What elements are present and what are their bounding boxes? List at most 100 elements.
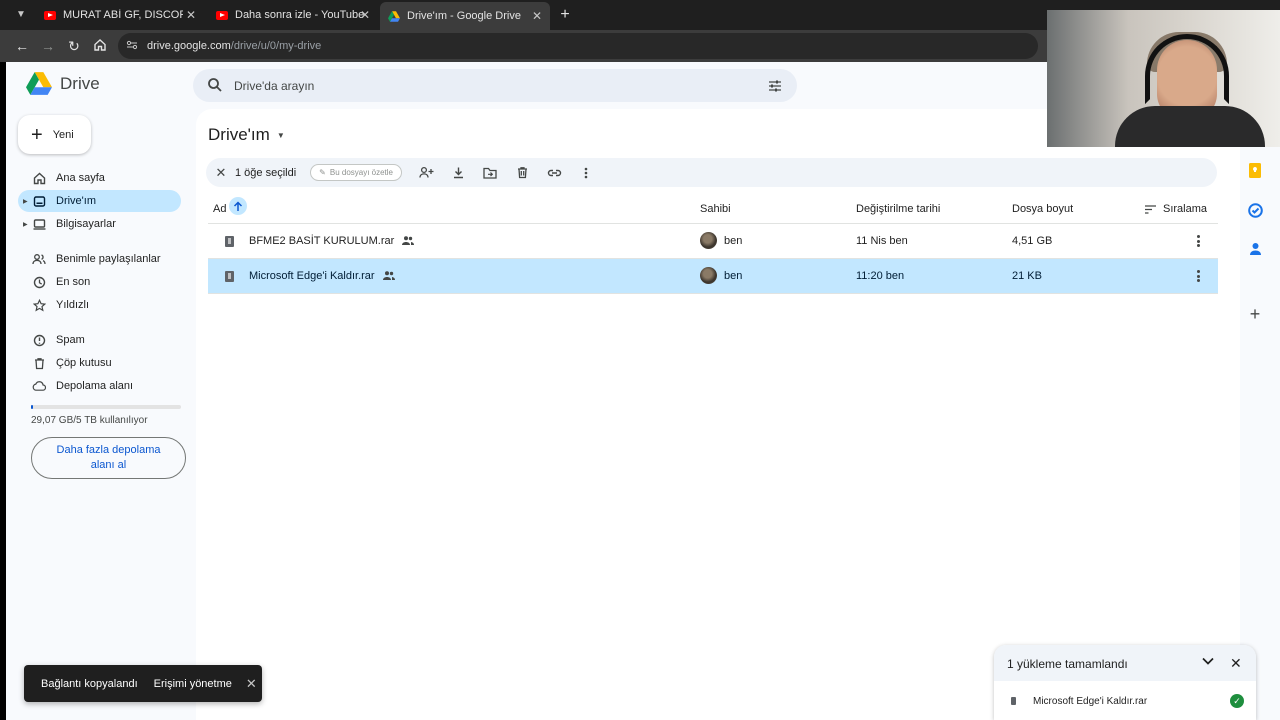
home-icon[interactable] xyxy=(91,37,109,55)
tab-search-chevron-icon[interactable]: ▼ xyxy=(12,6,30,24)
upload-status-title: 1 yükleme tamamlandı xyxy=(1007,657,1128,671)
sidebar-item-recent[interactable]: En son xyxy=(18,271,181,293)
computer-icon xyxy=(32,217,46,231)
sidebar-item-shared[interactable]: Benimle paylaşılanlar xyxy=(18,248,181,270)
share-icon[interactable] xyxy=(418,165,434,181)
new-tab-button[interactable]: + xyxy=(556,6,574,24)
sidebar-item-spam[interactable]: Spam xyxy=(18,329,181,351)
keep-icon[interactable] xyxy=(1247,162,1263,178)
drive-logo[interactable]: Drive xyxy=(26,72,100,95)
more-actions-icon[interactable] xyxy=(578,165,594,181)
star-icon xyxy=(32,298,46,312)
sidebar-item-storage[interactable]: Depolama alanı xyxy=(18,375,181,397)
check-circle-icon: ✓ xyxy=(1230,694,1244,708)
shared-icon xyxy=(382,271,395,280)
forward-icon[interactable]: → xyxy=(39,37,57,55)
browser-tab-3[interactable]: Drive'ım - Google Drive ✕ xyxy=(380,2,550,30)
archive-file-icon xyxy=(225,271,234,282)
sort-ascending-icon[interactable] xyxy=(229,197,247,215)
cloud-icon xyxy=(32,379,46,393)
collapse-icon[interactable] xyxy=(1202,657,1214,665)
sidebar-item-trash[interactable]: Çöp kutusu xyxy=(18,352,181,374)
move-icon[interactable] xyxy=(482,165,498,181)
new-button[interactable]: + Yeni xyxy=(18,115,91,154)
sidebar-item-home[interactable]: Ana sayfa xyxy=(18,167,181,189)
file-size: 21 KB xyxy=(1012,270,1042,282)
drive-icon xyxy=(388,10,400,22)
file-row[interactable]: BFME2 BASİT KURULUM.rar ben 11 Nis ben 4… xyxy=(208,224,1218,259)
copy-link-icon[interactable] xyxy=(546,165,562,181)
avatar xyxy=(700,232,717,249)
reload-icon[interactable]: ↻ xyxy=(65,37,83,55)
storage-progress-fill xyxy=(31,405,33,409)
close-tab-icon[interactable]: ✕ xyxy=(360,8,370,22)
column-modified[interactable]: Değiştirilme tarihi xyxy=(856,203,940,215)
back-icon[interactable]: ← xyxy=(13,37,31,55)
tasks-icon[interactable] xyxy=(1247,202,1263,218)
column-owner[interactable]: Sahibi xyxy=(700,203,731,215)
selection-toolbar: ✕ 1 öğe seçildi ✎ Bu dosyayı özetle xyxy=(206,158,1217,187)
add-addon-icon[interactable]: + xyxy=(1247,305,1263,323)
sort-icon xyxy=(1145,204,1156,214)
close-tab-icon[interactable]: ✕ xyxy=(186,8,196,22)
file-row-selected[interactable]: Microsoft Edge'i Kaldır.rar ben 11:20 be… xyxy=(208,259,1218,294)
sidebar-item-my-drive[interactable]: ▶ Drive'ım xyxy=(18,190,181,212)
shared-with-me-icon xyxy=(32,252,46,266)
expand-caret-icon[interactable]: ▶ xyxy=(23,221,28,228)
url-text: drive.google.com/drive/u/0/my-drive xyxy=(147,40,322,52)
upload-progress-panel: 1 yükleme tamamlandı ✕ Microsoft Edge'i … xyxy=(994,645,1256,720)
sparkle-icon: ✎ xyxy=(319,168,326,177)
trash-icon xyxy=(32,356,46,370)
main-content: Drive'ım ▼ ✕ 1 öğe seçildi ✎ Bu dosyayı … xyxy=(196,109,1240,720)
manage-access-button[interactable]: Erişimi yönetme xyxy=(154,678,232,690)
clear-selection-icon[interactable]: ✕ xyxy=(213,165,229,181)
selection-count: 1 öğe seçildi xyxy=(235,166,297,179)
search-bar[interactable]: Drive'da arayın xyxy=(193,69,797,102)
search-input[interactable]: Drive'da arayın xyxy=(234,79,314,93)
youtube-icon xyxy=(44,10,56,20)
dropdown-caret-icon: ▼ xyxy=(276,130,285,140)
search-options-icon[interactable] xyxy=(767,78,783,94)
address-bar[interactable]: drive.google.com/drive/u/0/my-drive xyxy=(118,33,1038,59)
youtube-icon xyxy=(216,10,228,20)
my-drive-icon xyxy=(32,194,46,208)
expand-caret-icon[interactable]: ▶ xyxy=(23,198,28,205)
row-more-icon[interactable] xyxy=(1192,233,1204,249)
file-owner: ben xyxy=(724,235,743,247)
spam-icon xyxy=(32,333,46,347)
close-tab-icon[interactable]: ✕ xyxy=(532,9,542,23)
sidebar-item-starred[interactable]: Yıldızlı xyxy=(18,294,181,316)
shared-icon xyxy=(402,236,415,245)
storage-usage-text: 29,07 GB/5 TB kullanılıyor xyxy=(31,415,148,426)
file-owner: ben xyxy=(724,270,743,282)
plus-icon: + xyxy=(31,123,43,146)
drive-app: Drive Drive'da arayın + Yeni Ana sayfa ▶… xyxy=(6,62,1280,720)
sort-button[interactable]: Sıralama xyxy=(1145,203,1207,215)
file-table-header: Ad Sahibi Değiştirilme tarihi Dosya boyu… xyxy=(208,194,1218,224)
close-panel-icon[interactable]: ✕ xyxy=(1230,655,1242,672)
get-more-storage-button[interactable]: Daha fazla depolama alanı al xyxy=(31,437,186,479)
row-more-icon[interactable] xyxy=(1192,268,1204,284)
summarize-button[interactable]: ✎ Bu dosyayı özetle xyxy=(310,164,403,181)
archive-file-icon xyxy=(1011,697,1016,705)
file-modified: 11:20 ben xyxy=(856,270,905,282)
file-name: BFME2 BASİT KURULUM.rar xyxy=(249,235,395,247)
sidebar-item-computers[interactable]: ▶ Bilgisayarlar xyxy=(18,213,181,235)
uploaded-file-name: Microsoft Edge'i Kaldır.rar xyxy=(1033,696,1148,707)
browser-tab-1[interactable]: MURAT ABİ GF, DISCORD'DAN ✕ xyxy=(36,4,204,26)
delete-icon[interactable] xyxy=(514,165,530,181)
column-name[interactable]: Ad xyxy=(213,203,226,215)
column-size[interactable]: Dosya boyut xyxy=(1012,203,1073,215)
search-icon[interactable] xyxy=(207,77,223,93)
clock-icon xyxy=(32,275,46,289)
site-info-icon[interactable] xyxy=(126,39,140,53)
page-title: Drive'ım xyxy=(208,125,270,144)
download-icon[interactable] xyxy=(450,165,466,181)
drive-logo-icon xyxy=(26,72,52,95)
file-name: Microsoft Edge'i Kaldır.rar xyxy=(249,270,375,282)
contacts-icon[interactable] xyxy=(1247,241,1263,257)
browser-tab-2[interactable]: Daha sonra izle - YouTube ✕ xyxy=(208,4,378,26)
page-title-dropdown[interactable]: Drive'ım ▼ xyxy=(208,125,285,145)
snackbar-message: Bağlantı kopyalandı xyxy=(41,677,138,690)
dismiss-snackbar-icon[interactable]: ✕ xyxy=(246,676,257,692)
